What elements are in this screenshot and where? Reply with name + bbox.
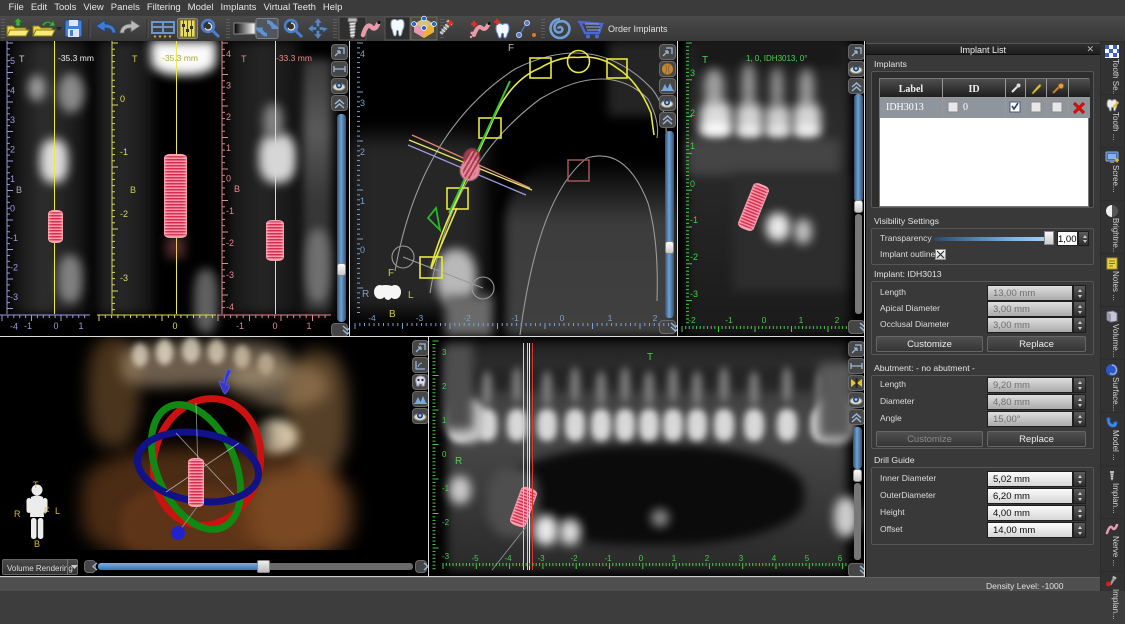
svg-text:4: 4 [226, 49, 231, 59]
svg-text:3: 3 [690, 68, 695, 78]
svg-text:R: R [14, 509, 21, 519]
svg-text:2: 2 [835, 315, 840, 325]
svg-text:Order Implants: Order Implants [608, 24, 668, 34]
svg-text:2: 2 [10, 145, 15, 155]
svg-text:0: 0 [272, 321, 277, 331]
svg-text:ID: ID [968, 84, 979, 95]
svg-text:B: B [130, 185, 136, 195]
svg-text:-2: -2 [120, 209, 128, 219]
svg-text:-2: -2 [10, 263, 18, 273]
svg-text:1: 1 [799, 315, 804, 325]
svg-text:F: F [44, 506, 50, 516]
svg-text:-4: -4 [504, 554, 512, 563]
svg-text:1: 1 [442, 416, 447, 425]
svg-text:-35.3 mm: -35.3 mm [162, 53, 198, 63]
svg-text:-1: -1 [604, 554, 612, 563]
svg-text:-3: -3 [537, 554, 545, 563]
svg-text:1: 1 [226, 143, 231, 153]
svg-text:-2: -2 [570, 554, 578, 563]
svg-text:-3: -3 [416, 313, 424, 323]
svg-text:3: 3 [442, 348, 447, 357]
svg-text:1: 1 [10, 174, 15, 184]
svg-text:0: 0 [360, 245, 365, 255]
svg-text:0: 0 [963, 102, 968, 113]
svg-text:B: B [34, 539, 40, 549]
svg-text:1: 1 [306, 321, 311, 331]
svg-text:-1: -1 [236, 321, 244, 331]
svg-text:-2: -2 [688, 315, 696, 325]
svg-text:-3: -3 [120, 273, 128, 283]
svg-text:3: 3 [10, 115, 15, 125]
svg-text:1: 1 [690, 141, 695, 151]
svg-text:IDH3013: IDH3013 [886, 102, 924, 113]
svg-text:-2: -2 [463, 313, 471, 323]
svg-text:-1: -1 [120, 147, 128, 157]
svg-text:R: R [455, 456, 462, 467]
svg-text:-3: -3 [226, 270, 234, 280]
svg-text:2: 2 [442, 382, 447, 391]
svg-text:6: 6 [838, 554, 843, 563]
svg-text:-1: -1 [725, 315, 733, 325]
svg-text:0: 0 [120, 94, 125, 104]
svg-text:Label: Label [899, 84, 924, 95]
svg-text:4: 4 [360, 49, 365, 59]
svg-text:0: 0 [53, 321, 58, 331]
svg-text:-33.3 mm: -33.3 mm [276, 53, 312, 63]
svg-text:-4: -4 [10, 322, 18, 332]
svg-text:T: T [241, 54, 247, 64]
svg-text:-1: -1 [442, 484, 450, 493]
svg-text:4: 4 [10, 86, 15, 96]
svg-text:L: L [55, 506, 60, 516]
svg-text:0: 0 [762, 315, 767, 325]
svg-text:4: 4 [772, 554, 777, 563]
svg-text:0: 0 [639, 554, 644, 563]
svg-text:5: 5 [805, 554, 810, 563]
svg-text:T: T [647, 352, 653, 363]
svg-text:B: B [234, 184, 240, 194]
svg-text:-5: -5 [471, 554, 479, 563]
svg-text:1: 1 [78, 321, 83, 331]
svg-text:2: 2 [705, 554, 710, 563]
svg-text:0: 0 [442, 450, 447, 459]
svg-text:-3: -3 [442, 552, 450, 561]
svg-text:0: 0 [690, 179, 695, 189]
svg-text:T: T [132, 54, 138, 64]
svg-text:B: B [16, 185, 22, 195]
svg-text:-2: -2 [226, 238, 234, 248]
svg-text:-4: -4 [368, 313, 376, 323]
svg-text:-4: -4 [226, 302, 234, 312]
svg-text:0: 0 [226, 174, 231, 184]
svg-text:T: T [33, 480, 39, 490]
svg-text:0: 0 [560, 313, 565, 323]
svg-text:5: 5 [10, 56, 15, 66]
svg-text:-2: -2 [690, 252, 698, 262]
svg-text:2: 2 [653, 313, 658, 323]
svg-text:2: 2 [360, 147, 365, 157]
svg-text:-1: -1 [690, 215, 698, 225]
svg-text:-1: -1 [24, 321, 32, 331]
svg-text:T: T [702, 55, 708, 66]
svg-text:-1: -1 [226, 206, 234, 216]
svg-text:3: 3 [226, 81, 231, 91]
svg-text:3: 3 [360, 98, 365, 108]
svg-text:0: 0 [172, 321, 177, 331]
svg-text:-2: -2 [442, 518, 450, 527]
svg-text:-1: -1 [511, 313, 519, 323]
svg-text:-3: -3 [690, 289, 698, 299]
svg-text:0: 0 [10, 204, 15, 214]
svg-text:1: 1 [360, 196, 365, 206]
svg-text:T: T [19, 54, 25, 64]
svg-text:-35.3 mm: -35.3 mm [58, 53, 94, 63]
svg-text:2: 2 [226, 112, 231, 122]
svg-text:-3: -3 [10, 292, 18, 302]
svg-text:-1: -1 [10, 233, 18, 243]
svg-text:3: 3 [739, 554, 744, 563]
svg-text:1: 1 [672, 554, 677, 563]
svg-text:2: 2 [690, 108, 695, 118]
svg-text:1: 1 [608, 313, 613, 323]
svg-text:1, 0, IDH3013, 0°: 1, 0, IDH3013, 0° [746, 54, 807, 63]
